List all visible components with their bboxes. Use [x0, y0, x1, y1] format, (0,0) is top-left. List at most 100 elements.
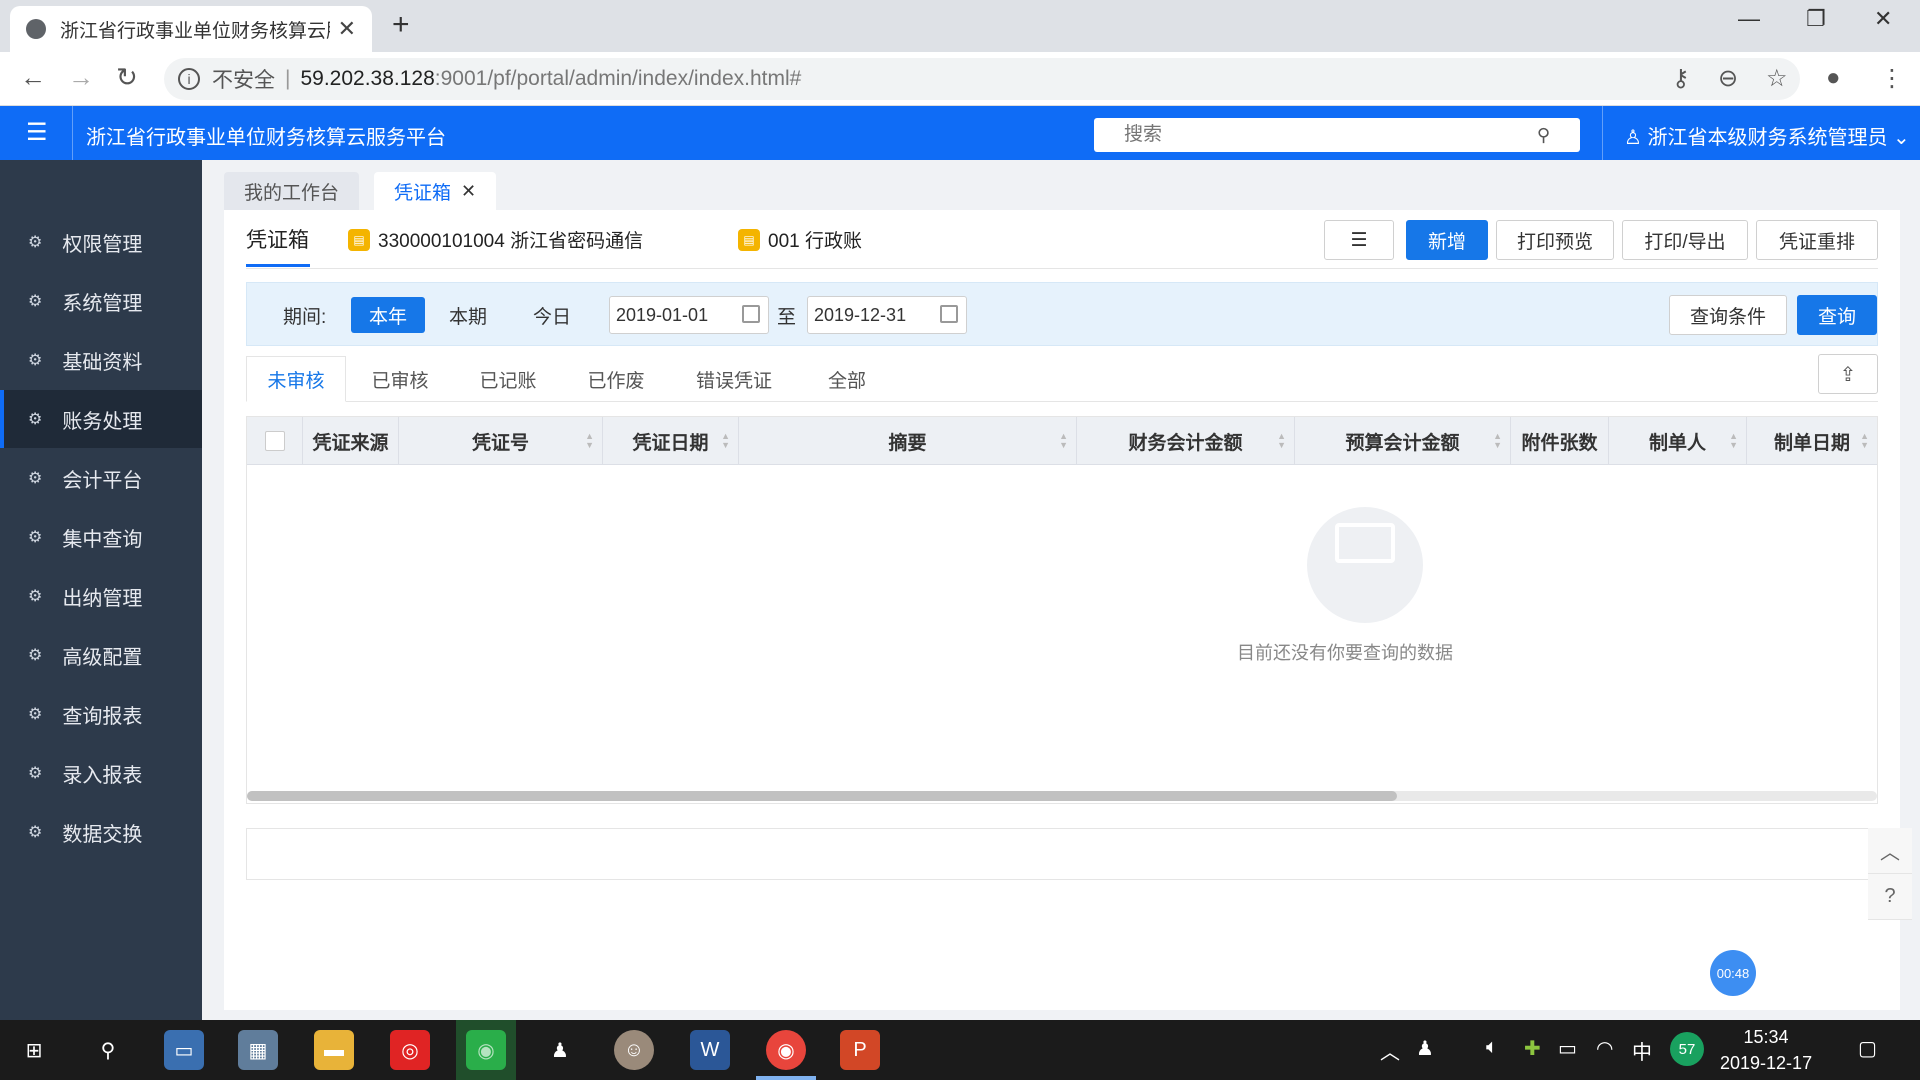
search-input[interactable]: [1124, 124, 1537, 146]
timer-badge[interactable]: 00:48: [1710, 950, 1756, 996]
query-conditions-button[interactable]: 查询条件: [1669, 295, 1787, 335]
search-icon[interactable]: ⚲: [88, 1030, 128, 1070]
battery-icon[interactable]: ▭: [1558, 1036, 1577, 1061]
calendar-icon[interactable]: [940, 305, 958, 323]
window-close-button[interactable]: ✕: [1874, 6, 1892, 32]
tab-close-icon[interactable]: ✕: [338, 16, 356, 42]
forward-icon[interactable]: →: [68, 62, 94, 93]
export-button[interactable]: ⇪: [1818, 354, 1878, 394]
qq-tray-icon[interactable]: ♟: [1416, 1036, 1434, 1061]
select-all-checkbox[interactable]: [264, 431, 285, 451]
add-button[interactable]: 新增: [1406, 220, 1488, 260]
sidebar-item-accounting-platform[interactable]: ⚙ 会计平台: [0, 449, 202, 507]
this-period-button[interactable]: 本期: [431, 297, 505, 333]
user-menu[interactable]: ♙ 浙江省本级财务系统管理员 ⌄: [1624, 121, 1910, 150]
column-header[interactable]: 财务会计金额 ▲ ▼: [1077, 417, 1295, 465]
column-header[interactable]: 凭证来源: [303, 417, 399, 465]
column-header[interactable]: 附件张数: [1511, 417, 1609, 465]
tab-voided[interactable]: 已作废: [566, 356, 666, 402]
powerpoint-icon[interactable]: P: [840, 1030, 880, 1070]
unit-selector[interactable]: ▤ 330000101004 浙江省密码通信: [348, 226, 643, 253]
tab-audited[interactable]: 已审核: [350, 356, 450, 402]
reload-icon[interactable]: ↻: [116, 62, 138, 93]
help-icon[interactable]: ?: [1868, 874, 1912, 920]
scroll-top-icon[interactable]: ︿: [1868, 828, 1912, 874]
windows-start-icon[interactable]: ⊞: [14, 1030, 54, 1070]
netease-music-icon[interactable]: ◎: [390, 1030, 430, 1070]
network-icon[interactable]: ▦: [238, 1030, 278, 1070]
avatar-app-icon[interactable]: ☺: [614, 1030, 654, 1070]
sidebar-item-permissions[interactable]: ⚙ 权限管理: [0, 213, 202, 271]
tab-error-vouchers[interactable]: 错误凭证: [674, 356, 794, 402]
sidebar-item-cashier[interactable]: ⚙ 出纳管理: [0, 567, 202, 625]
column-header[interactable]: 凭证号 ▲ ▼: [399, 417, 603, 465]
key-icon[interactable]: ⚷: [1672, 64, 1690, 93]
new-tab-button[interactable]: +: [392, 8, 410, 42]
wifi-icon[interactable]: ◠: [1596, 1036, 1613, 1061]
badge-count[interactable]: 57: [1670, 1032, 1704, 1066]
folder-icon[interactable]: ▬: [314, 1030, 354, 1070]
address-bar[interactable]: i 不安全 | 59.202.38.128 :9001/pf/portal/ad…: [164, 58, 1800, 100]
sort-icon[interactable]: ▲ ▼: [1493, 432, 1502, 450]
sort-icon[interactable]: ▲ ▼: [1729, 432, 1738, 450]
window-minimize-button[interactable]: —: [1738, 6, 1760, 32]
scrollbar-thumb[interactable]: [247, 791, 1397, 801]
word-icon[interactable]: W: [690, 1030, 730, 1070]
tab-posted[interactable]: 已记账: [458, 356, 558, 402]
print-export-button[interactable]: 打印/导出: [1622, 220, 1748, 260]
volume-icon[interactable]: 🔈︎: [1486, 1036, 1498, 1059]
column-header[interactable]: 凭证日期 ▲ ▼: [603, 417, 739, 465]
sidebar-item-data-exchange[interactable]: ⚙ 数据交换: [0, 803, 202, 861]
sidebar-item-central-query[interactable]: ⚙ 集中查询: [0, 508, 202, 566]
column-header[interactable]: 预算会计金额 ▲ ▼: [1295, 417, 1511, 465]
profile-icon[interactable]: ●: [1826, 64, 1841, 92]
query-button[interactable]: 查询: [1797, 295, 1877, 335]
sidebar-item-advanced-config[interactable]: ⚙ 高级配置: [0, 626, 202, 684]
print-preview-button[interactable]: 打印预览: [1496, 220, 1614, 260]
sort-icon[interactable]: ▲ ▼: [585, 432, 594, 450]
renumber-button[interactable]: 凭证重排: [1756, 220, 1878, 260]
qq-icon[interactable]: ♟: [540, 1030, 580, 1070]
tab-workbench[interactable]: 我的工作台: [224, 172, 360, 210]
header-search[interactable]: ⚲: [1094, 118, 1580, 152]
sidebar-item-entry-reports[interactable]: ⚙ 录入报表: [0, 744, 202, 802]
back-icon[interactable]: ←: [20, 62, 46, 93]
computer-icon[interactable]: ▭: [164, 1030, 204, 1070]
column-header[interactable]: 制单人 ▲ ▼: [1609, 417, 1747, 465]
sidebar-item-accounting[interactable]: ⚙ 账务处理: [0, 390, 202, 448]
info-icon[interactable]: i: [178, 68, 200, 90]
sort-icon[interactable]: ▲ ▼: [1860, 432, 1869, 450]
column-settings-button[interactable]: ☰: [1324, 220, 1394, 260]
sidebar-item-basic-data[interactable]: ⚙ 基础资料: [0, 331, 202, 389]
date-to-field[interactable]: 2019-12-31: [807, 296, 967, 334]
search-icon[interactable]: ⚲: [1537, 125, 1550, 146]
browser-tab[interactable]: 浙江省行政事业单位财务核算云服 ✕: [10, 6, 372, 52]
sort-icon[interactable]: ▲ ▼: [721, 432, 730, 450]
system-clock[interactable]: 15:34 2019-12-17: [1720, 1024, 1812, 1076]
ime-indicator[interactable]: 中: [1632, 1036, 1652, 1065]
sort-icon[interactable]: ▲ ▼: [1277, 432, 1286, 450]
bookmark-star-icon[interactable]: ☆: [1766, 64, 1788, 93]
column-header[interactable]: 制单日期 ▲ ▼: [1747, 417, 1877, 465]
window-restore-button[interactable]: ❐: [1806, 6, 1826, 32]
column-header[interactable]: 摘要 ▲ ▼: [739, 417, 1077, 465]
calendar-icon[interactable]: [742, 305, 760, 323]
zoom-icon[interactable]: ⊖: [1718, 64, 1738, 93]
tab-all[interactable]: 全部: [802, 356, 892, 402]
sort-icon[interactable]: ▲ ▼: [1059, 432, 1068, 450]
more-menu-icon[interactable]: ⋮: [1880, 64, 1904, 93]
ledger-selector[interactable]: ▤ 001 行政账: [738, 226, 862, 253]
hamburger-menu-icon[interactable]: ☰: [26, 118, 48, 147]
tray-overflow-icon[interactable]: ︿: [1380, 1036, 1400, 1065]
security-tray-icon[interactable]: ✚: [1524, 1036, 1541, 1061]
this-year-button[interactable]: 本年: [351, 297, 426, 333]
sidebar-item-query-reports[interactable]: ⚙ 查询报表: [0, 685, 202, 743]
today-button[interactable]: 今日: [515, 297, 589, 333]
tab-unaudited[interactable]: 未审核: [246, 356, 346, 402]
sidebar-item-system[interactable]: ⚙ 系统管理: [0, 272, 202, 330]
date-from-field[interactable]: 2019-01-01: [609, 296, 769, 334]
notification-icon[interactable]: ▢: [1858, 1036, 1877, 1061]
chrome-icon[interactable]: ◉: [766, 1030, 806, 1070]
close-icon[interactable]: ✕: [461, 181, 476, 202]
horizontal-scrollbar[interactable]: [247, 791, 1877, 801]
